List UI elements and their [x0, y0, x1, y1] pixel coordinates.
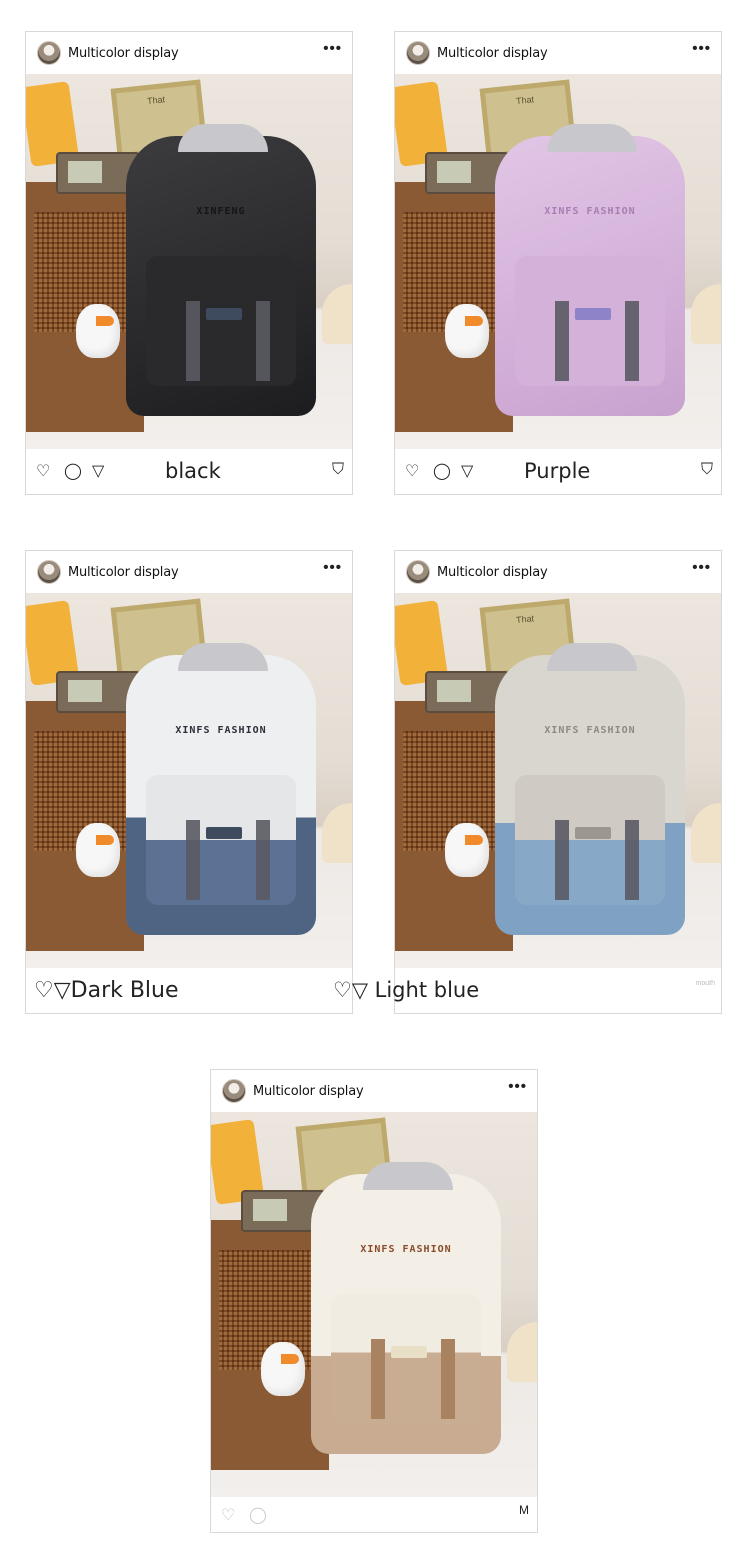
post-header: Multicolor display •••	[395, 32, 721, 74]
color-caption: Purple	[524, 459, 591, 483]
comment-icon[interactable]: ◯	[64, 461, 82, 481]
backpack-tag	[575, 308, 611, 320]
lamp-decor	[691, 284, 721, 344]
product-photo-cream: XINFS FASHION	[211, 1112, 537, 1497]
heart-icon[interactable]: ♡	[221, 1505, 235, 1525]
heart-icon[interactable]: ♡	[36, 461, 50, 481]
username[interactable]: Multicolor display	[68, 46, 179, 61]
backpack-brand: XINFS FASHION	[360, 1244, 452, 1255]
username[interactable]: Multicolor display	[437, 46, 548, 61]
backpack-tag	[206, 827, 242, 839]
duck-keychain	[445, 304, 489, 358]
backpack: XINFENG	[126, 124, 316, 416]
bookmark-icon[interactable]: M	[519, 1503, 529, 1517]
product-photo-dark-blue: XINFS FASHION	[26, 593, 352, 968]
color-caption: black	[165, 459, 221, 483]
lamp-decor	[322, 803, 352, 863]
username[interactable]: Multicolor display	[253, 1084, 364, 1099]
avatar[interactable]	[406, 560, 430, 584]
post-cream: Multicolor display ••• XINFS FASHION ♡ ◯…	[210, 1069, 538, 1533]
avatar[interactable]	[406, 41, 430, 65]
post-header: Multicolor display •••	[395, 551, 721, 593]
share-icon[interactable]: ▽	[461, 461, 473, 481]
backpack-brand: XINFS FASHION	[544, 206, 636, 217]
duck-keychain	[76, 823, 120, 877]
duck-keychain	[261, 1342, 305, 1396]
more-options-icon[interactable]: •••	[508, 1078, 527, 1095]
color-caption: ♡▽Dark Blue	[34, 978, 179, 1003]
product-photo-black: That XINFENG	[26, 74, 352, 449]
comment-icon[interactable]: ◯	[249, 1505, 267, 1525]
backpack-brand: XINFS FASHION	[544, 725, 636, 736]
backpack-tag	[575, 827, 611, 839]
comment-icon[interactable]: ◯	[433, 461, 451, 481]
more-options-icon[interactable]: •••	[692, 559, 711, 576]
more-options-icon[interactable]: •••	[323, 40, 342, 57]
username[interactable]: Multicolor display	[68, 565, 179, 580]
post-footer: ♡▽ Light blue mouth	[333, 968, 721, 1014]
post-footer: ♡ ◯ ▽ black ⛉	[26, 449, 352, 495]
bookmark-icon[interactable]: ⛉	[701, 461, 713, 479]
duck-keychain	[76, 304, 120, 358]
post-header: Multicolor display •••	[211, 1070, 537, 1112]
lamp-decor	[322, 284, 352, 344]
post-header: Multicolor display •••	[26, 32, 352, 74]
post-header: Multicolor display •••	[26, 551, 352, 593]
backpack: XINFS FASHION	[311, 1162, 501, 1454]
avatar[interactable]	[37, 41, 61, 65]
backpack-tag	[391, 1346, 427, 1358]
post-black: Multicolor display ••• That XINFENG ♡ ◯ …	[25, 31, 353, 495]
bookmark-icon[interactable]: ⛉	[332, 461, 344, 479]
backpack-brand: XINFENG	[196, 206, 246, 217]
backpack: XINFS FASHION	[495, 124, 685, 416]
lamp-decor	[691, 803, 721, 863]
avatar[interactable]	[222, 1079, 246, 1103]
lamp-decor	[507, 1322, 537, 1382]
post-footer: ♡ ◯ M	[211, 1497, 537, 1533]
post-dark-blue: Multicolor display ••• XINFS FASHION ♡▽D…	[25, 550, 353, 1014]
username[interactable]: Multicolor display	[437, 565, 548, 580]
color-caption: ♡▽ Light blue	[333, 978, 480, 1002]
backpack: XINFS FASHION	[126, 643, 316, 935]
backpack-tag	[206, 308, 242, 320]
post-footer: ♡ ◯ ▽ Purple ⛉	[395, 449, 721, 495]
heart-icon[interactable]: ♡	[405, 461, 419, 481]
product-photo-purple: That XINFS FASHION	[395, 74, 721, 449]
post-footer: ♡▽Dark Blue	[26, 968, 352, 1014]
share-icon[interactable]: ▽	[92, 461, 104, 481]
more-options-icon[interactable]: •••	[692, 40, 711, 57]
backpack: XINFS FASHION	[495, 643, 685, 935]
duck-keychain	[445, 823, 489, 877]
faint-text: mouth	[695, 980, 715, 987]
product-photo-light-blue: That XINFS FASHION	[395, 593, 721, 968]
backpack-brand: XINFS FASHION	[175, 725, 267, 736]
post-light-blue: Multicolor display ••• That XINFS FASHIO…	[333, 550, 722, 1014]
avatar[interactable]	[37, 560, 61, 584]
post-purple: Multicolor display ••• That XINFS FASHIO…	[394, 31, 722, 495]
more-options-icon[interactable]: •••	[323, 559, 342, 576]
